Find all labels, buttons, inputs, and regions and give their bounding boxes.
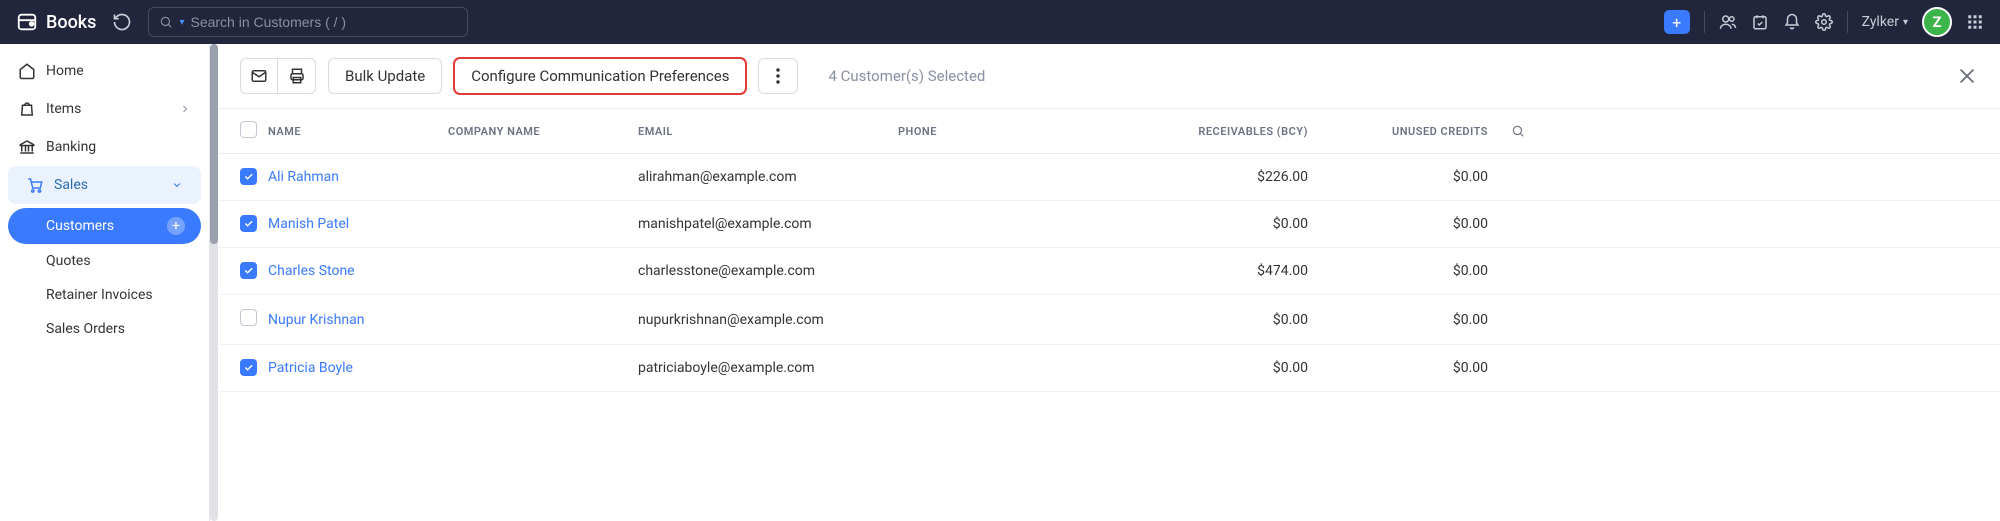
th-phone[interactable]: PHONE [898, 125, 1118, 138]
email-button[interactable] [240, 58, 278, 94]
customers-table: NAME COMPANY NAME EMAIL PHONE RECEIVABLE… [218, 109, 2000, 521]
customer-name-link[interactable]: Patricia Boyle [268, 360, 448, 376]
bank-icon [18, 138, 36, 156]
bulk-update-button[interactable]: Bulk Update [328, 58, 442, 94]
sidebar-item-items[interactable]: Items [0, 90, 209, 128]
table-row[interactable]: Manish Patel manishpatel@example.com $0.00… [218, 201, 2000, 248]
org-switcher[interactable]: Zylker ▾ [1862, 14, 1908, 30]
mail-icon [250, 67, 268, 85]
books-logo-icon [16, 11, 38, 33]
table-header: NAME COMPANY NAME EMAIL PHONE RECEIVABLE… [218, 109, 2000, 154]
calendar-icon[interactable] [1751, 13, 1769, 31]
row-checkbox[interactable] [240, 309, 257, 326]
selection-count-text: 4 Customer(s) Selected [828, 67, 985, 85]
cell-email: charlesstone@example.com [638, 263, 898, 279]
table-row[interactable]: Ali Rahman alirahman@example.com $226.00$0… [218, 154, 2000, 201]
bulk-action-toolbar: Bulk Update Configure Communication Pref… [218, 44, 2000, 109]
table-row[interactable]: Nupur Krishnan nupurkrishnan@example.com $… [218, 295, 2000, 345]
scrollbar-thumb[interactable] [210, 44, 218, 244]
org-name-label: Zylker [1862, 14, 1899, 30]
row-checkbox[interactable] [240, 262, 257, 279]
search-scope-caret[interactable]: ▾ [179, 17, 184, 28]
bag-icon [18, 100, 36, 118]
print-icon [288, 67, 306, 85]
customer-name-link[interactable]: Manish Patel [268, 216, 448, 232]
cell-receivables: $0.00 [1118, 312, 1318, 328]
app-logo[interactable]: Books [16, 11, 96, 33]
sidebar-item-label: Items [46, 101, 81, 117]
bell-icon[interactable] [1783, 13, 1801, 31]
sidebar-sub-label: Customers [46, 218, 114, 234]
add-customer-icon[interactable]: + [167, 217, 185, 235]
table-row[interactable]: Patricia Boyle patriciaboyle@example.com $… [218, 345, 2000, 392]
search-icon [159, 15, 173, 29]
select-all-checkbox[interactable] [240, 121, 257, 138]
more-actions-button[interactable] [758, 58, 798, 94]
close-icon[interactable] [1956, 65, 1978, 87]
sidebar-item-sales[interactable]: Sales [8, 166, 201, 204]
sidebar-sub-retainer-invoices[interactable]: Retainer Invoices [8, 278, 201, 312]
sidebar-scrollbar[interactable] [210, 44, 218, 521]
divider [1847, 11, 1848, 33]
home-icon [18, 62, 36, 80]
th-name[interactable]: NAME [268, 125, 448, 138]
sidebar-sub-label: Quotes [46, 253, 91, 269]
table-row[interactable]: Charles Stone charlesstone@example.com $47… [218, 248, 2000, 295]
refresh-icon[interactable] [112, 12, 132, 32]
cell-email: nupurkrishnan@example.com [638, 312, 898, 328]
chevron-right-icon [179, 103, 191, 115]
cell-unused-credits: $0.00 [1318, 216, 1498, 232]
chevron-down-icon [171, 179, 183, 191]
sidebar-item-label: Home [46, 63, 84, 79]
sidebar-item-label: Banking [46, 139, 96, 155]
cell-email: patriciaboyle@example.com [638, 360, 898, 376]
cell-unused-credits: $0.00 [1318, 360, 1498, 376]
users-icon[interactable] [1719, 13, 1737, 31]
th-company[interactable]: COMPANY NAME [448, 125, 638, 138]
customer-name-link[interactable]: Nupur Krishnan [268, 312, 448, 328]
sidebar-sub-customers[interactable]: Customers + [8, 208, 201, 244]
cart-icon [26, 176, 44, 194]
configure-communication-button[interactable]: Configure Communication Preferences [454, 58, 746, 94]
divider [1704, 11, 1705, 33]
cell-unused-credits: $0.00 [1318, 263, 1498, 279]
row-checkbox[interactable] [240, 215, 257, 232]
cell-receivables: $0.00 [1118, 360, 1318, 376]
chevron-down-icon: ▾ [1903, 17, 1908, 28]
gear-icon[interactable] [1815, 13, 1833, 31]
cell-receivables: $0.00 [1118, 216, 1318, 232]
th-email[interactable]: EMAIL [638, 125, 898, 138]
cell-email: alirahman@example.com [638, 169, 898, 185]
avatar[interactable]: Z [1922, 7, 1952, 37]
sidebar-sub-label: Sales Orders [46, 321, 125, 337]
cell-unused-credits: $0.00 [1318, 169, 1498, 185]
sidebar: Home Items Banking Sales Customers + Quo… [0, 44, 210, 521]
apps-grid-icon[interactable] [1966, 13, 1984, 31]
sidebar-sub-quotes[interactable]: Quotes [8, 244, 201, 278]
sidebar-sub-sales-orders[interactable]: Sales Orders [8, 312, 201, 346]
customer-name-link[interactable]: Charles Stone [268, 263, 448, 279]
quick-create-button[interactable]: + [1664, 10, 1690, 34]
sidebar-item-banking[interactable]: Banking [0, 128, 209, 166]
row-checkbox[interactable] [240, 168, 257, 185]
th-unused-credits[interactable]: UNUSED CREDITS [1318, 125, 1498, 138]
customer-name-link[interactable]: Ali Rahman [268, 169, 448, 185]
cell-email: manishpatel@example.com [638, 216, 898, 232]
ellipsis-vertical-icon [776, 68, 780, 84]
cell-receivables: $474.00 [1118, 263, 1318, 279]
sidebar-item-label: Sales [54, 177, 88, 193]
column-search-icon[interactable] [1498, 124, 1538, 138]
th-receivables[interactable]: RECEIVABLES (BCY) [1118, 125, 1318, 138]
global-search[interactable]: ▾ [148, 7, 468, 37]
row-checkbox[interactable] [240, 359, 257, 376]
sidebar-item-home[interactable]: Home [0, 52, 209, 90]
print-button[interactable] [278, 58, 316, 94]
sidebar-sub-label: Retainer Invoices [46, 287, 153, 303]
cell-receivables: $226.00 [1118, 169, 1318, 185]
cell-unused-credits: $0.00 [1318, 312, 1498, 328]
search-input[interactable] [190, 14, 457, 30]
product-name: Books [46, 12, 96, 33]
